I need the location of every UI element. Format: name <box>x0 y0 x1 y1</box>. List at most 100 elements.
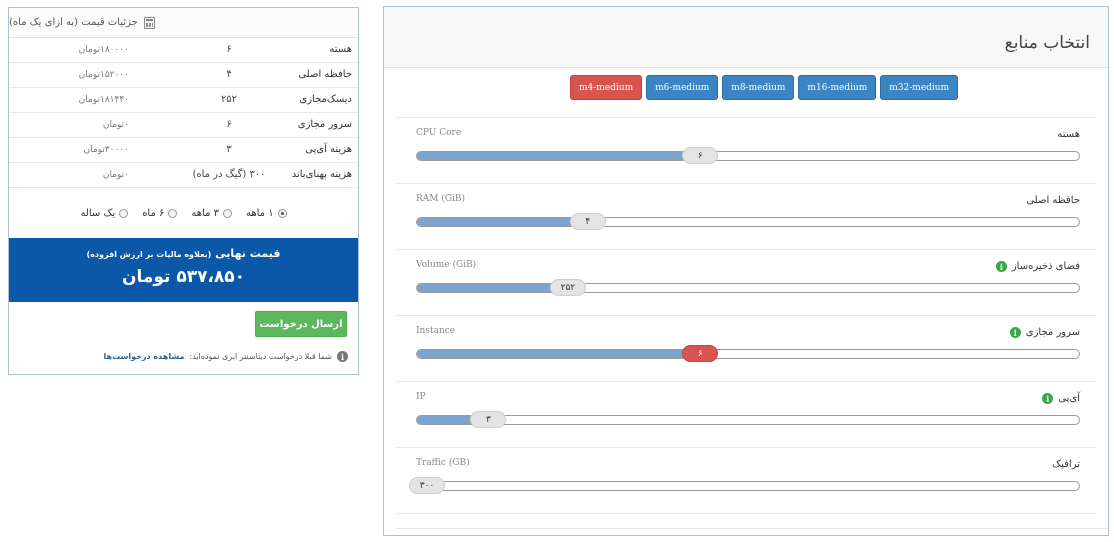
price-row-label: دیسک‌مجازی <box>299 94 352 105</box>
volume-slider-track[interactable]: ۲۵۲ <box>416 279 1080 296</box>
ram-slider-handle[interactable]: ۴ <box>569 213 606 230</box>
price-row-cost: ۰تومان <box>102 120 129 130</box>
traffic-slider-track[interactable]: ۳۰۰ <box>409 477 1080 494</box>
slider-row-traffic: Traffic (GB) ترافیک ۳۰۰ <box>396 448 1096 514</box>
period-option-label: یک ساله <box>80 207 116 219</box>
preset-buttons: m4-medium m6-medium m8-medium m16-medium… <box>570 75 959 100</box>
final-price-box: قیمت نهایی (بعلاوه مالیات بر ارزش افزوده… <box>9 238 358 302</box>
traffic-slider-handle[interactable]: ۳۰۰ <box>409 477 445 494</box>
divider <box>396 528 1108 529</box>
price-details-header: جزئیات قیمت (به ازای یک ماه) <box>9 8 358 38</box>
radio-button[interactable] <box>168 208 178 218</box>
instance-slider-track[interactable]: ۶ <box>416 345 1080 362</box>
radio-button[interactable] <box>277 208 287 218</box>
price-row-bandwidth: هزینه پهنای‌باند ۳۰۰ (گیگ در ماه) ۰تومان <box>9 163 358 188</box>
slider-label: ترافیک <box>1052 459 1080 470</box>
slider-label: فضای ذخیره‌ساز i <box>995 261 1080 272</box>
cpu-slider-handle[interactable]: ۶ <box>682 147 719 164</box>
ip-slider-handle[interactable]: ۳ <box>470 411 507 428</box>
slider-row-cpu: CPU Core هسته ۶ <box>396 118 1096 184</box>
price-row-label: هسته <box>329 44 352 55</box>
price-row-cost: ۳۰۰۰۰تومان <box>83 145 130 155</box>
slider-fill <box>417 218 596 226</box>
view-requests-link[interactable]: مشاهده درخواست‌ها <box>104 352 185 361</box>
slider-sublabel: Volume (GiB) <box>416 260 477 270</box>
slider-label-text: آی‌پی <box>1058 393 1080 404</box>
slider-sublabel: RAM (GiB) <box>416 194 466 204</box>
slider-label-text: حافظه اصلی <box>1026 195 1080 206</box>
slider-label: سرور مجازی i <box>1009 327 1080 338</box>
slider-label: هسته <box>1057 129 1080 140</box>
calculator-icon <box>143 16 155 29</box>
price-row-label: هزینه آی‌پی <box>305 144 352 155</box>
final-price-tax-note: (بعلاوه مالیات بر ارزش افزوده) <box>86 250 212 259</box>
price-table: هسته ۶ ۱۸۰۰۰۰تومان حافظه اصلی ۴ ۱۵۲۰۰۰تو… <box>9 38 358 188</box>
slider-label: آی‌پی i <box>1042 393 1080 404</box>
slider-sublabel: CPU Core <box>416 128 462 138</box>
resource-selection-header: انتخاب منابع <box>384 7 1108 68</box>
preset-button-m4-medium[interactable]: m4-medium <box>570 75 643 100</box>
price-row-quantity: ۶ <box>226 119 232 130</box>
info-icon[interactable]: i <box>995 261 1007 272</box>
final-price-amount: ۵۳۷،۸۵۰ تومان <box>121 267 246 287</box>
price-row-label: حافظه اصلی <box>298 69 352 80</box>
preset-button-m32-medium[interactable]: m32-medium <box>880 75 959 100</box>
period-option-label: ۱ ماهه <box>245 207 274 219</box>
final-price-label: قیمت نهایی <box>215 247 281 260</box>
price-row-label: سرور مجازی <box>297 119 352 130</box>
period-option-6-month[interactable]: ۶ ماه <box>142 207 178 219</box>
slider-row-ip: IP آی‌پی i ۳ <box>396 382 1096 448</box>
slider-label-text: هسته <box>1057 129 1080 140</box>
resource-selection-panel: انتخاب منابع m4-medium m6-medium m8-medi… <box>383 6 1109 536</box>
price-row-quantity: ۳۰۰ (گیگ در ماه) <box>192 169 266 180</box>
period-option-label: ۳ ماهه <box>191 207 219 219</box>
preset-button-m8-medium[interactable]: m8-medium <box>722 75 795 100</box>
slider-label: حافظه اصلی <box>1026 195 1080 206</box>
instance-slider-handle[interactable]: ۶ <box>682 345 719 362</box>
final-price-heading: قیمت نهایی (بعلاوه مالیات بر ارزش افزوده… <box>9 247 358 260</box>
price-details-title: جزئیات قیمت (به ازای یک ماه) <box>9 17 138 28</box>
price-row-quantity: ۲۵۲ <box>220 94 238 105</box>
submit-request-button[interactable]: ارسال درخواست <box>255 311 347 337</box>
price-row-label: هزینه پهنای‌باند <box>291 169 352 180</box>
slider-sublabel: Instance <box>416 326 456 336</box>
slider-row-volume: Volume (GiB) فضای ذخیره‌ساز i ۲۵۲ <box>396 250 1096 316</box>
period-option-3-month[interactable]: ۳ ماهه <box>191 208 232 219</box>
radio-button[interactable] <box>119 208 129 218</box>
slider-fill <box>417 350 709 358</box>
slider-sublabel: IP <box>416 392 426 402</box>
volume-slider-handle[interactable]: ۲۵۲ <box>549 279 586 296</box>
slider-row-ram: RAM (GiB) حافظه اصلی ۴ <box>396 184 1096 250</box>
price-row-quantity: ۳ <box>226 144 232 155</box>
price-row-disk: دیسک‌مجازی ۲۵۲ ۱۸۱۴۴۰تومان <box>9 88 358 113</box>
notice-text: شما قبلا درخواست دیتاسنتر ابری نموده‌اید… <box>189 352 332 361</box>
resource-selection-title: انتخاب منابع <box>1004 33 1090 53</box>
price-row-ip: هزینه آی‌پی ۳ ۳۰۰۰۰تومان <box>9 138 358 163</box>
slider-sublabel: Traffic (GB) <box>416 458 470 468</box>
period-option-1-year[interactable]: یک ساله <box>80 207 129 219</box>
price-row-quantity: ۴ <box>226 69 232 80</box>
slider-fill <box>417 152 709 160</box>
period-option-1-month[interactable]: ۱ ماهه <box>246 208 287 219</box>
billing-period-options: ۱ ماهه ۳ ماهه ۶ ماه یک ساله <box>9 188 358 238</box>
radio-button[interactable] <box>222 208 232 218</box>
preset-button-m16-medium[interactable]: m16-medium <box>798 75 877 100</box>
cpu-slider-track[interactable]: ۶ <box>416 147 1080 164</box>
price-row-cost: ۱۵۲۰۰۰تومان <box>78 70 129 80</box>
existing-request-notice: i شما قبلا درخواست دیتاسنتر ابری نموده‌ا… <box>104 351 348 362</box>
preset-button-m6-medium[interactable]: m6-medium <box>646 75 719 100</box>
price-row-cost: ۰تومان <box>102 170 129 180</box>
price-row-quantity: ۶ <box>226 44 232 55</box>
info-icon[interactable]: i <box>1009 327 1021 338</box>
info-icon: i <box>337 351 348 362</box>
price-row-cost: ۱۸۰۰۰۰تومان <box>78 45 129 55</box>
price-row-instance: سرور مجازی ۶ ۰تومان <box>9 113 358 138</box>
info-icon[interactable]: i <box>1042 393 1054 404</box>
price-row-ram: حافظه اصلی ۴ ۱۵۲۰۰۰تومان <box>9 63 358 88</box>
slider-label-text: ترافیک <box>1052 459 1080 470</box>
ram-slider-track[interactable]: ۴ <box>416 213 1080 230</box>
price-details-panel: جزئیات قیمت (به ازای یک ماه) هسته ۶ ۱۸۰۰… <box>8 7 359 375</box>
period-option-label: ۶ ماه <box>142 207 165 219</box>
slider-row-instance: Instance سرور مجازی i ۶ <box>396 316 1096 382</box>
ip-slider-track[interactable]: ۳ <box>416 411 1080 428</box>
